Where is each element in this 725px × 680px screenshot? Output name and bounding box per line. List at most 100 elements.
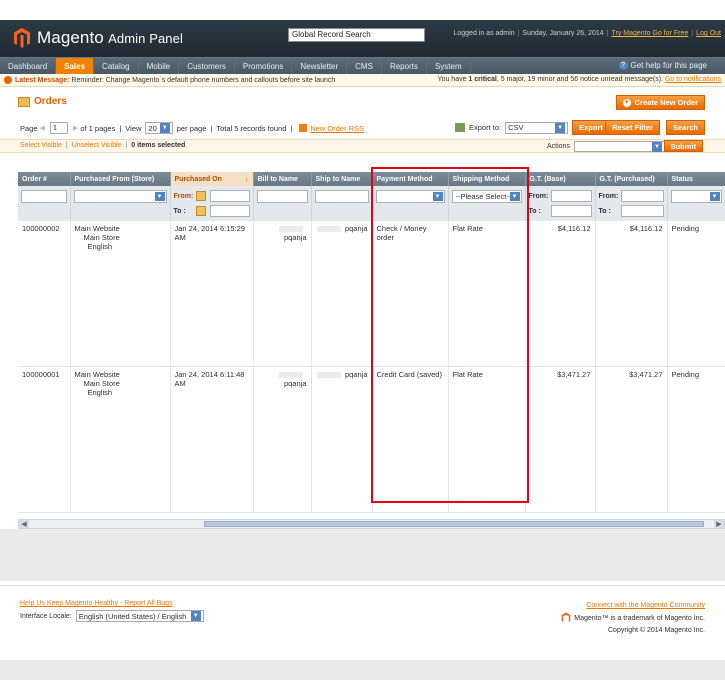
from-label: From: — [173, 192, 194, 200]
nav-customers[interactable]: Customers — [179, 58, 235, 74]
from-label: From: — [528, 192, 549, 200]
select-visible-link[interactable]: Select Visible — [20, 142, 62, 149]
col-gt-base[interactable]: G.T. (Base) — [525, 172, 596, 186]
export-format-select[interactable]: CSV ▼ — [505, 121, 569, 134]
locale-label: Interface Locale: — [20, 612, 72, 620]
logo-text: Magento — [37, 28, 104, 47]
report-bugs-link[interactable]: Help Us Keep Magento Healthy - Report Al… — [20, 600, 173, 607]
filter-bill-to-input[interactable] — [256, 190, 308, 203]
filter-status-select[interactable]: ▼ — [670, 190, 722, 203]
filter-ship-to-input[interactable] — [314, 190, 369, 203]
nav-reports[interactable]: Reports — [382, 58, 427, 74]
page-input[interactable]: 1 — [49, 122, 68, 134]
logged-in-text: Logged in as admin — [453, 30, 515, 37]
nav-mobile[interactable]: Mobile — [139, 58, 180, 74]
status: Pending — [667, 366, 725, 513]
actions-select[interactable]: ▼ — [573, 141, 665, 152]
calendar-icon[interactable] — [195, 206, 206, 216]
new-order-rss-link[interactable]: New Order RSS — [310, 124, 364, 133]
plus-icon: + — [622, 98, 631, 107]
filter-date-to[interactable] — [209, 205, 250, 217]
filter-payment-select[interactable]: ▼ — [375, 190, 445, 203]
col-shipping-method[interactable]: Shipping Method — [448, 172, 526, 186]
horizontal-scrollbar[interactable]: ◀ ▶ — [18, 519, 725, 529]
page-title-text: Orders — [34, 96, 67, 107]
col-purchased-on[interactable]: Purchased On ↓ — [170, 172, 254, 186]
payment-method: Check / Money order — [372, 221, 449, 367]
table-row[interactable]: 100000002 Main Website Main Store English … — [18, 221, 725, 367]
notifications-link[interactable]: Go to notifications — [665, 76, 721, 83]
filter-gt-purchased-to[interactable] — [620, 205, 664, 217]
scroll-thumb[interactable] — [204, 521, 704, 527]
logout-link[interactable]: Log Out — [696, 30, 721, 37]
col-ship-to[interactable]: Ship to Name — [311, 172, 373, 186]
latest-message-text: Reminder: Change Magento`s default phone… — [71, 76, 336, 84]
nav-catalog[interactable]: Catalog — [94, 58, 139, 74]
filter-shipping-select[interactable]: --Please Select-- ▼ — [451, 190, 522, 203]
submit-button[interactable]: Submit — [663, 140, 703, 152]
redacted-block — [316, 371, 341, 378]
per-page-label: per page — [176, 123, 207, 133]
ship-to-name: pqanja — [311, 366, 373, 513]
filter-date-from[interactable] — [209, 190, 250, 202]
header-date: Sunday, January 26, 2014 — [522, 30, 604, 37]
purchased-on: Jan 24, 2014 6:15:29 AM — [170, 221, 254, 367]
filter-gt-base-range: From: To : — [529, 190, 592, 217]
nav-sales[interactable]: Sales — [56, 58, 95, 74]
reset-filter-button[interactable]: Reset Filter — [605, 120, 660, 135]
orders-grid: Order # Purchased From (Store) Purchased… — [18, 172, 725, 513]
scroll-left-icon[interactable]: ◀ — [19, 520, 29, 528]
nav-dashboard[interactable]: Dashboard — [0, 58, 57, 74]
col-gt-purchased[interactable]: G.T. (Purchased) — [595, 172, 668, 186]
col-bill-to[interactable]: Bill to Name — [253, 172, 312, 186]
filter-store-select[interactable]: ▼ — [73, 190, 167, 203]
gt-purchased: $4,116.12 — [595, 221, 668, 367]
copyright-text: Copyright © 2014 Magento Inc. — [608, 626, 705, 634]
global-search-input[interactable]: Global Record Search — [288, 28, 425, 42]
help-link[interactable]: ? Get help for this page — [618, 61, 707, 70]
filter-gt-base-to[interactable] — [550, 205, 592, 217]
prev-page-icon[interactable]: ◀ — [40, 124, 45, 132]
try-magento-go-link[interactable]: Try Magento Go for Free — [611, 30, 688, 37]
next-page-icon[interactable]: ▶ — [73, 124, 78, 132]
community-link[interactable]: Connect with the Magento Community — [586, 602, 705, 609]
main-nav: Dashboard Sales Catalog Mobile Customers… — [0, 57, 725, 74]
order-number[interactable]: 100000002 — [18, 221, 71, 367]
view-label: View — [125, 123, 142, 133]
col-payment-method[interactable]: Payment Method — [372, 172, 449, 186]
col-purchased-from[interactable]: Purchased From (Store) — [70, 172, 171, 186]
locale-select[interactable]: English (United States) / English ▼ — [75, 610, 204, 622]
scroll-right-icon[interactable]: ▶ — [714, 520, 724, 528]
header-info: Logged in as admin | Sunday, January 26, 2… — [453, 30, 721, 37]
grid-header-row: Order # Purchased From (Store) Purchased… — [18, 172, 725, 186]
to-label: To : — [598, 207, 611, 215]
filter-gt-base-from[interactable] — [550, 190, 592, 202]
filter-gt-purchased-from[interactable] — [620, 190, 664, 202]
col-purchased-on-label: Purchased On — [174, 175, 222, 183]
col-status[interactable]: Status — [667, 172, 725, 186]
store-name: Main Store — [83, 378, 120, 388]
order-number[interactable]: 100000001 — [18, 366, 71, 513]
redacted-block — [278, 371, 303, 378]
table-row[interactable]: 100000001 Main Website Main Store English … — [18, 366, 725, 513]
nav-newsletter[interactable]: Newsletter — [292, 58, 348, 74]
page-title: Orders — [18, 96, 67, 107]
search-button[interactable]: Search — [665, 120, 705, 135]
per-page-select[interactable]: 20 ▼ — [145, 122, 173, 134]
bottom-spacer — [0, 660, 725, 680]
magento-logo[interactable]: Magento Admin Panel — [13, 27, 183, 49]
nav-system[interactable]: System — [427, 58, 471, 74]
calendar-icon[interactable] — [195, 191, 206, 201]
nav-promotions[interactable]: Promotions — [235, 58, 293, 74]
filter-purchased-range: From: To : — [174, 190, 250, 217]
filter-order-input[interactable] — [21, 190, 67, 203]
col-order-number[interactable]: Order # — [18, 172, 71, 186]
nav-cms[interactable]: CMS — [347, 58, 382, 74]
unselect-visible-link[interactable]: Unselect Visible — [72, 142, 122, 149]
chevron-down-icon: ▼ — [555, 122, 566, 133]
chevron-down-icon: ▼ — [159, 123, 170, 133]
create-new-order-button[interactable]: + Create New Order — [615, 95, 705, 110]
locale-value: English (United States) / English — [78, 611, 187, 621]
chevron-down-icon: ▼ — [154, 192, 165, 201]
store-view: English — [87, 242, 113, 251]
